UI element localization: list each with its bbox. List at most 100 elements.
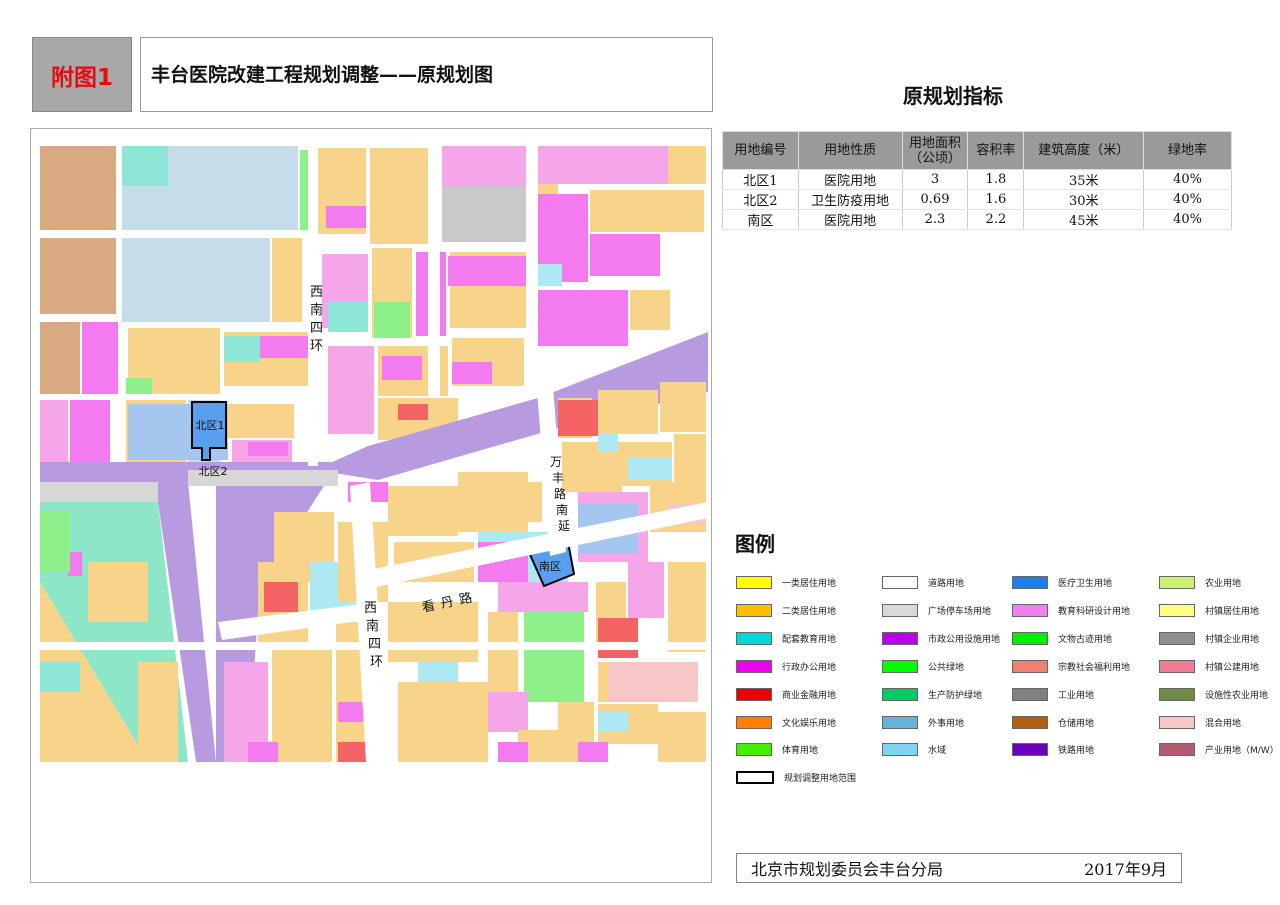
indicators-header-row: 用地编号 用地性质 用地面积 （公顷） 容积率 建筑高度（米） 绿地率 bbox=[722, 131, 1232, 170]
legend-label: 设施性农业用地 bbox=[1205, 690, 1269, 701]
legend-label: 村镇公建用地 bbox=[1205, 662, 1260, 673]
legend-swatch bbox=[1012, 603, 1048, 617]
indicators-title: 原规划指标 bbox=[903, 84, 1003, 108]
legend-item: 道路用地 bbox=[882, 574, 964, 590]
legend-swatch bbox=[1012, 659, 1048, 673]
legend-swatch bbox=[882, 603, 918, 617]
title-box: 丰台医院改建工程规划调整——原规划图 bbox=[140, 37, 713, 112]
legend-label: 文化娱乐用地 bbox=[782, 718, 837, 729]
cell: 医院用地 bbox=[797, 209, 903, 230]
legend-title: 图例 bbox=[735, 532, 775, 556]
legend-label: 水域 bbox=[928, 745, 947, 756]
legend-item: 广场停车场用地 bbox=[882, 602, 991, 618]
page-title: 丰台医院改建工程规划调整——原规划图 bbox=[151, 64, 494, 86]
parcel bbox=[40, 146, 116, 230]
col-header: 绿地率 bbox=[1143, 131, 1232, 170]
cell: 30米 bbox=[1023, 189, 1145, 210]
legend-label: 公共绿地 bbox=[928, 662, 965, 673]
legend-item: 医疗卫生用地 bbox=[1012, 574, 1112, 590]
legend-label: 规划调整用地范围 bbox=[784, 773, 857, 784]
legend-item: 水域 bbox=[882, 741, 946, 757]
legend-swatch bbox=[736, 770, 774, 784]
legend-label: 商业金融用地 bbox=[782, 690, 837, 701]
cell: 40% bbox=[1143, 209, 1232, 230]
legend-label: 医疗卫生用地 bbox=[1058, 578, 1113, 589]
legend-swatch bbox=[736, 603, 772, 617]
cell: 40% bbox=[1143, 189, 1232, 210]
legend-item: 二类居住用地 bbox=[736, 602, 836, 618]
legend-swatch bbox=[736, 631, 772, 645]
legend-swatch bbox=[1159, 659, 1195, 673]
col-header: 容积率 bbox=[967, 131, 1025, 170]
legend-item: 仓储用地 bbox=[1012, 714, 1094, 730]
cell: 医院用地 bbox=[797, 169, 903, 190]
legend-item: 农业用地 bbox=[1159, 574, 1241, 590]
table-row: 北区2 卫生防疫用地 0.69 1.6 30米 40% bbox=[722, 189, 1232, 210]
legend-swatch bbox=[882, 575, 918, 589]
footer-agency: 北京市规划委员会丰台分局 bbox=[751, 860, 944, 879]
legend-swatch bbox=[1159, 575, 1195, 589]
cell: 35米 bbox=[1023, 169, 1145, 190]
legend-label: 市政公用设施用地 bbox=[928, 634, 1001, 645]
legend-swatch bbox=[1159, 603, 1195, 617]
legend-label: 混合用地 bbox=[1205, 718, 1242, 729]
legend-swatch bbox=[1012, 575, 1048, 589]
legend-label: 生产防护绿地 bbox=[928, 690, 983, 701]
legend-label: 配套教育用地 bbox=[782, 634, 837, 645]
legend-item: 产业用地（M/W） bbox=[1159, 741, 1279, 757]
cell: 北区1 bbox=[722, 169, 799, 190]
legend-item: 文化娱乐用地 bbox=[736, 714, 836, 730]
legend-label: 宗教社会福利用地 bbox=[1058, 662, 1131, 673]
legend-item: 教育科研设计用地 bbox=[1012, 602, 1130, 618]
legend-swatch bbox=[736, 687, 772, 701]
legend-item: 市政公用设施用地 bbox=[882, 630, 1000, 646]
legend-label: 农业用地 bbox=[1205, 578, 1242, 589]
legend-swatch bbox=[882, 631, 918, 645]
legend-swatch bbox=[1159, 631, 1195, 645]
legend-label: 二类居住用地 bbox=[782, 606, 837, 617]
legend-swatch bbox=[736, 659, 772, 673]
figure-tag-label: 附图1 bbox=[50, 64, 113, 91]
cell: 1.6 bbox=[967, 189, 1025, 210]
legend-item: 一类居住用地 bbox=[736, 574, 836, 590]
cell: 45米 bbox=[1023, 209, 1145, 230]
legend-swatch bbox=[882, 742, 918, 756]
cell: 3 bbox=[901, 169, 969, 190]
legend-swatch bbox=[882, 659, 918, 673]
legend-item: 设施性农业用地 bbox=[1159, 686, 1268, 702]
legend-item: 宗教社会福利用地 bbox=[1012, 658, 1130, 674]
col-header: 用地性质 bbox=[797, 131, 903, 170]
legend-item: 铁路用地 bbox=[1012, 741, 1094, 757]
table-row: 北区1 医院用地 3 1.8 35米 40% bbox=[722, 169, 1232, 190]
legend-label: 体育用地 bbox=[782, 745, 819, 756]
cell: 卫生防疫用地 bbox=[797, 189, 903, 210]
legend-swatch bbox=[882, 687, 918, 701]
indicators-table: 用地编号 用地性质 用地面积 （公顷） 容积率 建筑高度（米） 绿地率 北区1 … bbox=[722, 131, 1232, 230]
col-header: 用地面积 （公顷） bbox=[901, 131, 969, 170]
cell: 40% bbox=[1143, 169, 1232, 190]
footer-date: 2017年9月 bbox=[1084, 860, 1167, 879]
cell: 0.69 bbox=[901, 189, 969, 210]
legend-scope: 规划调整用地范围 bbox=[736, 769, 856, 785]
cell: 2.3 bbox=[901, 209, 969, 230]
legend-swatch bbox=[736, 715, 772, 729]
map-label-north2: 北区2 bbox=[199, 465, 228, 478]
legend-swatch bbox=[1012, 715, 1048, 729]
legend-label: 外事用地 bbox=[928, 718, 965, 729]
legend-swatch bbox=[1012, 742, 1048, 756]
cell: 1.8 bbox=[967, 169, 1025, 190]
legend-item: 村镇公建用地 bbox=[1159, 658, 1259, 674]
legend-swatch bbox=[1159, 715, 1195, 729]
land-use-map[interactable]: 北区1 北区2 南区 西南四环 西南四环 万丰路南延 看丹路 bbox=[38, 142, 708, 764]
legend-swatch bbox=[1159, 687, 1195, 701]
table-row: 南区 医院用地 2.3 2.2 45米 40% bbox=[722, 209, 1232, 230]
col-header: 建筑高度（米） bbox=[1023, 131, 1145, 170]
cell: 北区2 bbox=[722, 189, 799, 210]
legend-item: 工业用地 bbox=[1012, 686, 1094, 702]
legend-label: 村镇企业用地 bbox=[1205, 634, 1260, 645]
legend-label: 行政办公用地 bbox=[782, 662, 837, 673]
legend-swatch bbox=[882, 715, 918, 729]
legend-label: 一类居住用地 bbox=[782, 578, 837, 589]
legend-label: 铁路用地 bbox=[1058, 745, 1095, 756]
legend-item: 生产防护绿地 bbox=[882, 686, 982, 702]
